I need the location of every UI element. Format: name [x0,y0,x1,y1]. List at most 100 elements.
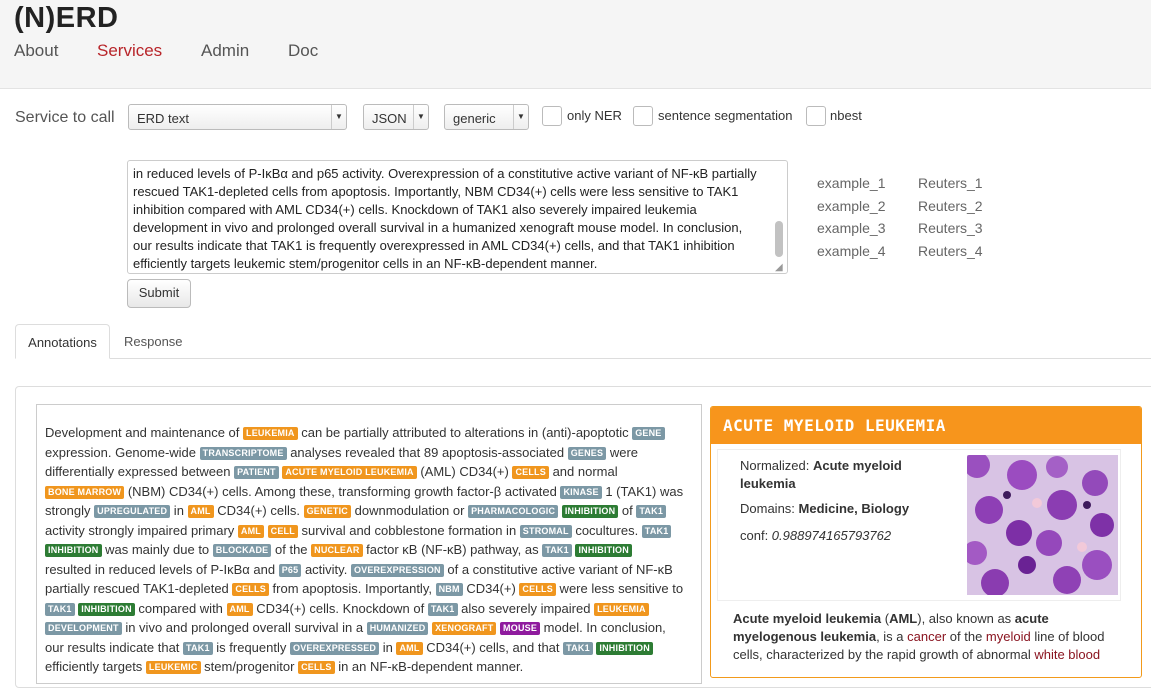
textarea-line: efficiently targets leukemic stem/progen… [133,256,598,271]
annotated-line: efficiently targets LEUKEMIC stem/progen… [45,657,695,677]
entity-tag[interactable]: INHIBITION [78,602,135,616]
entity-tag[interactable]: TAK1 [563,641,593,655]
sentence-segmentation-label: sentence segmentation [658,108,793,123]
entity-tag[interactable]: CELL [267,524,298,538]
domains-label: Domains: [740,501,799,516]
example-link[interactable]: example_4 [817,243,886,259]
entity-tag[interactable]: OVEREXPRESSED [290,641,380,655]
desc-text: , is a [876,629,908,644]
example-link[interactable]: example_1 [817,175,886,191]
entity-description: Acute myeloid leukemia (AML), also known… [733,610,1123,664]
submit-button[interactable]: Submit [127,279,191,308]
reuters-link[interactable]: Reuters_3 [918,220,983,236]
entity-tag[interactable]: CELLS [519,583,556,596]
entity-tag[interactable]: TAK1 [183,641,213,655]
entity-tag[interactable]: KINASE [560,485,602,499]
plain-text: compared with [134,600,227,616]
nav-services[interactable]: Services [97,41,162,61]
reuters-link[interactable]: Reuters_2 [918,198,983,214]
normalized-value: Acute myeloid [812,458,902,473]
entity-tag[interactable]: NBM [435,583,463,596]
plain-text: 1 (TAK1) was [601,483,684,499]
desc-link-cancer[interactable]: cancer [907,629,946,644]
entity-tag[interactable]: CELLS [232,583,269,596]
entity-tag[interactable]: GENETIC [303,505,351,518]
plain-text: stem/progenitor [200,659,299,674]
desc-link-myeloid[interactable]: myeloid [986,629,1031,644]
entity-tag[interactable]: TAK1 [542,544,572,557]
service-select[interactable]: ERD text ▼ [128,104,347,130]
entity-tag[interactable]: INHIBITION [45,544,102,557]
resize-grip-icon[interactable]: ◢ [775,262,783,273]
tab-response[interactable]: Response [124,324,183,359]
plain-text: also severely impaired [457,600,595,616]
plain-text: is frequently [212,639,290,655]
entity-tag[interactable]: GENES [567,446,607,460]
entity-tag[interactable]: BONE MARROW [45,485,125,499]
plain-text: (NBM) CD34(+) cells. Among these, transf… [124,483,561,499]
entity-tag[interactable]: CELLS [512,466,549,479]
nbest-checkbox[interactable] [806,106,826,126]
nav-admin[interactable]: Admin [201,41,249,61]
nav-doc[interactable]: Doc [288,41,318,61]
entity-tag[interactable]: AML [226,602,253,616]
plain-text: CD34(+) cells, and that [422,639,564,655]
desc-term: Acute myeloid leukemia [733,611,882,626]
entity-tag[interactable]: LEUKEMIA [243,427,298,440]
app-brand[interactable]: (N)ERD [14,2,119,35]
plain-text: resulted in reduced levels of P-IκBα and [45,561,279,577]
entity-tag[interactable]: INHIBITION [596,641,653,655]
example-link[interactable]: example_3 [817,220,886,236]
entity-details: Normalized: Acute myeloid leukemia Domai… [717,449,1121,601]
entity-tag[interactable]: GENE [632,427,665,440]
textarea-scrollbar[interactable] [775,221,783,257]
plain-text: our results indicate that [45,639,184,655]
entity-tag[interactable]: TAK1 [45,602,75,616]
entity-tag[interactable]: OVEREXPRESSION [350,563,444,577]
entity-tag[interactable]: INHIBITION [575,544,632,557]
only-ner-checkbox[interactable] [542,106,562,126]
entity-tag[interactable]: PATIENT [234,466,279,479]
tab-annotations[interactable]: Annotations [15,324,110,359]
customisation-select[interactable]: generic ▼ [444,104,529,130]
entity-tag[interactable]: TAK1 [427,602,458,616]
normalized-value-cont: leukemia [740,476,796,491]
reuters-link[interactable]: Reuters_1 [918,175,983,191]
nav-about[interactable]: About [14,41,58,61]
entity-tag[interactable]: NUCLEAR [311,544,363,557]
entity-tag[interactable]: LEUKEMIA [594,602,649,616]
input-textarea[interactable]: in reduced levels of P-IκBα and p65 acti… [127,160,788,274]
entity-tag[interactable]: AML [187,505,214,518]
entity-tag[interactable]: P65 [278,563,302,577]
annotated-line: partially rescued TAK1-depleted CELLS fr… [45,579,695,599]
plain-text: analyses revealed that 89 apoptosis-asso… [286,444,568,460]
entity-tag[interactable]: HUMANIZED [366,622,429,635]
plain-text: factor κB (NF-κB) pathway, as [362,542,543,557]
desc-term: AML [889,611,918,626]
desc-link-white-blood[interactable]: white blood [1034,647,1100,662]
format-select[interactable]: JSON ▼ [363,104,429,130]
blood-smear-image [967,455,1118,595]
entity-tag[interactable]: INHIBITION [561,505,619,518]
plain-text: and normal [548,464,618,479]
entity-tag[interactable]: AML [396,641,423,655]
plain-text: were less sensitive to [555,581,684,596]
reuters-link[interactable]: Reuters_4 [918,243,983,259]
entity-tag[interactable]: STROMAL [519,524,572,538]
plain-text: CD34(+) cells. [213,503,304,518]
entity-tag[interactable]: XENOGRAFT [432,622,497,635]
entity-tag[interactable]: BLOCKADE [212,544,272,557]
annotated-line: Development and maintenance of LEUKEMIA … [45,423,695,443]
entity-tag[interactable]: DEVELOPMENT [45,622,122,635]
entity-tag[interactable]: UPREGULATED [94,505,171,518]
sentence-segmentation-checkbox[interactable] [633,106,653,126]
example-link[interactable]: example_2 [817,198,886,214]
entity-tag[interactable]: PHARMACOLOGIC [468,505,559,518]
entity-tag[interactable]: TAK1 [641,524,672,538]
entity-tag[interactable]: MOUSE [500,622,541,635]
entity-tag[interactable]: ACUTE MYELOID LEUKEMIA [282,466,417,479]
entity-tag[interactable]: AML [237,524,264,538]
annotated-line: DEVELOPMENT in vivo and prolonged overal… [45,618,695,638]
entity-tag[interactable]: TAK1 [636,505,667,518]
entity-tag[interactable]: TRANSCRIPTOME [199,446,287,460]
